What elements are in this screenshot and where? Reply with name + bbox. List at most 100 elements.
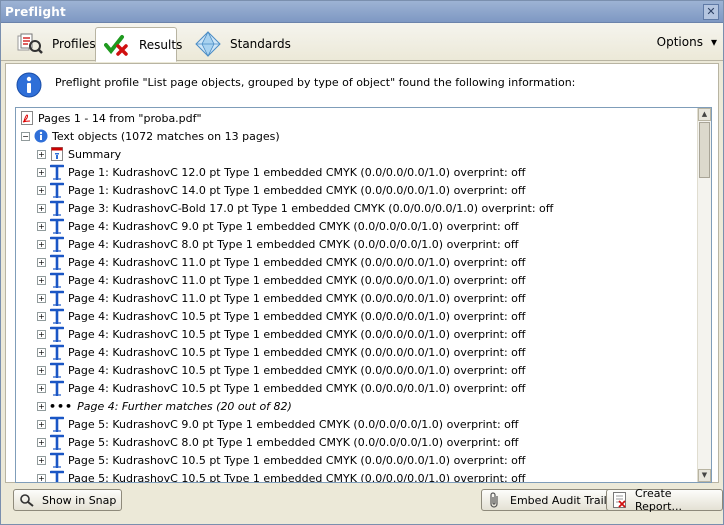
text-object-row[interactable]: + Page 4: KudrashovC 11.0 pt Type 1 embed…: [16, 289, 697, 307]
options-menu[interactable]: Options ▾: [657, 35, 717, 49]
text-object-row[interactable]: + Page 4: KudrashovC 11.0 pt Type 1 embed…: [16, 271, 697, 289]
text-object-label: Page 4: KudrashovC 10.5 pt Type 1 embedd…: [68, 345, 526, 359]
text-object-icon: [49, 200, 65, 216]
scroll-down-button[interactable]: ▼: [698, 469, 711, 482]
text-object-row[interactable]: + Page 1: KudrashovC 14.0 pt Type 1 embed…: [16, 181, 697, 199]
expand-toggle[interactable]: +: [37, 311, 46, 321]
text-object-icon: [49, 344, 65, 360]
expand-toggle[interactable]: +: [37, 329, 46, 339]
text-object-label: Page 4: KudrashovC 11.0 pt Type 1 embedd…: [68, 273, 526, 287]
tree-summary[interactable]: + Summary: [16, 145, 697, 163]
tree-root[interactable]: Pages 1 - 14 from "proba.pdf": [16, 109, 697, 127]
text-object-label: Page 4: KudrashovC 11.0 pt Type 1 embedd…: [68, 291, 526, 305]
expand-toggle[interactable]: +: [37, 203, 46, 213]
vertical-scrollbar[interactable]: ▲ ▼: [697, 108, 711, 482]
expand-toggle[interactable]: +: [37, 185, 46, 195]
text-object-row[interactable]: + Page 1: KudrashovC 12.0 pt Type 1 embed…: [16, 163, 697, 181]
text-object-icon: [49, 452, 65, 468]
further-matches[interactable]: + ••• Page 4: Further matches (20 out of…: [16, 397, 697, 415]
expand-toggle[interactable]: +: [37, 383, 46, 393]
text-object-row[interactable]: + Page 5: KudrashovC 9.0 pt Type 1 embedd…: [16, 415, 697, 433]
expand-toggle[interactable]: +: [37, 455, 46, 465]
text-object-row[interactable]: + Page 5: KudrashovC 10.5 pt Type 1 embed…: [16, 469, 697, 483]
text-object-icon: [49, 326, 65, 342]
info-message: Preflight profile "List page objects, gr…: [16, 70, 575, 100]
expand-toggle[interactable]: +: [37, 401, 46, 411]
expand-toggle[interactable]: +: [37, 419, 46, 429]
summary-label: Summary: [68, 147, 122, 161]
profiles-icon: [17, 33, 43, 55]
create-report-button[interactable]: Create Report...: [606, 487, 723, 513]
text-object-label: Page 4: KudrashovC 10.5 pt Type 1 embedd…: [68, 309, 526, 323]
info-icon: [16, 70, 42, 100]
results-icon: [104, 33, 130, 57]
expand-toggle[interactable]: +: [37, 365, 46, 375]
expand-toggle[interactable]: +: [37, 167, 46, 177]
scroll-up-button[interactable]: ▲: [698, 108, 711, 121]
results-panel: Preflight profile "List page objects, gr…: [5, 63, 719, 483]
expand-toggle[interactable]: +: [37, 239, 46, 249]
text-object-row[interactable]: + Page 4: KudrashovC 9.0 pt Type 1 embedd…: [16, 217, 697, 235]
text-object-icon: [49, 236, 65, 252]
expand-toggle[interactable]: +: [37, 473, 46, 482]
magnifier-icon: [19, 492, 35, 508]
text-object-label: Page 5: KudrashovC 8.0 pt Type 1 embedde…: [68, 435, 519, 449]
text-object-row[interactable]: + Page 3: KudrashovC-Bold 17.0 pt Type 1 …: [16, 199, 697, 217]
tab-results[interactable]: Results: [95, 27, 182, 62]
text-object-icon: [49, 362, 65, 378]
tab-bar: Profiles Results Standards Options ▾: [1, 23, 723, 62]
expand-toggle[interactable]: +: [37, 221, 46, 231]
text-object-row[interactable]: + Page 5: KudrashovC 8.0 pt Type 1 embedd…: [16, 433, 697, 451]
standards-icon: [195, 31, 221, 57]
preflight-window: Preflight ✕ Profiles Results Standards O…: [0, 0, 724, 525]
embed-audit-trail-label: Embed Audit Trail...: [510, 493, 618, 507]
show-in-snap-label: Show in Snap: [42, 493, 117, 507]
text-object-label: Page 1: KudrashovC 14.0 pt Type 1 embedd…: [68, 183, 526, 197]
tab-results-label: Results: [139, 37, 183, 52]
expand-toggle[interactable]: +: [37, 293, 46, 303]
text-object-label: Page 5: KudrashovC 9.0 pt Type 1 embedde…: [68, 417, 519, 431]
text-object-row[interactable]: + Page 4: KudrashovC 10.5 pt Type 1 embed…: [16, 361, 697, 379]
pdf-icon: [19, 110, 35, 126]
title-bar: Preflight ✕: [1, 1, 723, 23]
tree-root-label: Pages 1 - 14 from "proba.pdf": [38, 111, 202, 125]
report-icon: [612, 492, 628, 508]
text-object-row[interactable]: + Page 4: KudrashovC 11.0 pt Type 1 embed…: [16, 253, 697, 271]
scroll-thumb[interactable]: [699, 122, 710, 178]
expand-toggle[interactable]: +: [37, 149, 46, 159]
results-tree[interactable]: Pages 1 - 14 from "proba.pdf" − Text obj…: [15, 107, 712, 483]
tab-profiles-label: Profiles: [52, 37, 96, 51]
expand-toggle[interactable]: +: [37, 257, 46, 267]
close-button[interactable]: ✕: [703, 3, 719, 20]
text-object-label: Page 1: KudrashovC 12.0 pt Type 1 embedd…: [68, 165, 526, 179]
text-object-row[interactable]: + Page 4: KudrashovC 10.5 pt Type 1 embed…: [16, 343, 697, 361]
expand-toggle[interactable]: +: [37, 437, 46, 447]
text-object-label: Page 4: KudrashovC 8.0 pt Type 1 embedde…: [68, 237, 519, 251]
text-object-row[interactable]: + Page 4: KudrashovC 8.0 pt Type 1 embedd…: [16, 235, 697, 253]
text-object-label: Page 4: KudrashovC 10.5 pt Type 1 embedd…: [68, 363, 526, 377]
chevron-down-icon: ▾: [710, 35, 717, 49]
show-in-snap-button[interactable]: Show in Snap: [13, 489, 123, 511]
text-object-label: Page 5: KudrashovC 10.5 pt Type 1 embedd…: [68, 471, 526, 483]
tab-profiles[interactable]: Profiles: [9, 27, 104, 61]
info-text: Preflight profile "List page objects, gr…: [55, 76, 576, 89]
text-object-row[interactable]: + Page 4: KudrashovC 10.5 pt Type 1 embed…: [16, 379, 697, 397]
embed-audit-trail-button[interactable]: Embed Audit Trail...: [481, 489, 624, 511]
text-object-icon: [49, 416, 65, 432]
more-icon: •••: [49, 399, 74, 413]
text-object-row[interactable]: + Page 4: KudrashovC 10.5 pt Type 1 embed…: [16, 325, 697, 343]
further-label: Page 4: Further matches (20 out of 82): [77, 399, 292, 413]
text-object-icon: [49, 290, 65, 306]
text-object-row[interactable]: + Page 5: KudrashovC 10.5 pt Type 1 embed…: [16, 451, 697, 469]
text-object-icon: [49, 164, 65, 180]
tab-standards[interactable]: Standards: [187, 27, 299, 61]
collapse-toggle[interactable]: −: [21, 131, 30, 141]
text-object-label: Page 4: KudrashovC 9.0 pt Type 1 embedde…: [68, 219, 519, 233]
expand-toggle[interactable]: +: [37, 347, 46, 357]
text-object-icon: [49, 434, 65, 450]
text-object-row[interactable]: + Page 4: KudrashovC 10.5 pt Type 1 embed…: [16, 307, 697, 325]
paperclip-icon: [487, 492, 503, 508]
expand-toggle[interactable]: +: [37, 275, 46, 285]
info-icon: [33, 128, 49, 144]
tree-group[interactable]: − Text objects (1072 matches on 13 pages…: [16, 127, 697, 145]
